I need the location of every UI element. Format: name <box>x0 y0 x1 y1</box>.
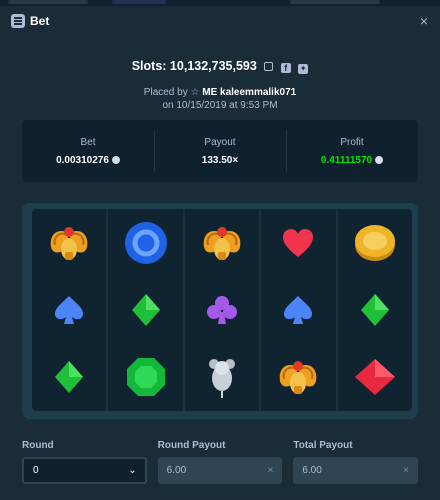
reel-1 <box>32 209 109 411</box>
bet-id-line: Slots: 10,132,735,593 f ✦ <box>0 59 440 74</box>
round-payout-input[interactable]: 6.00 × <box>157 457 283 484</box>
stat-profit: Profit 0.41111570 <box>286 120 418 182</box>
facebook-icon[interactable]: f <box>280 63 291 73</box>
emerald-icon <box>121 352 171 402</box>
placed-by: Placed by ☆ ME kaleemmalik071 on 10/15/2… <box>0 86 440 112</box>
reel-3 <box>185 209 262 411</box>
slot-board <box>22 203 418 419</box>
mouse-icon <box>197 352 247 402</box>
payout-label: Payout <box>204 137 236 148</box>
club-icon <box>197 285 247 335</box>
user-badge: ME <box>202 87 218 98</box>
crypto-coin-icon <box>111 156 120 164</box>
reel-2 <box>108 209 185 411</box>
reel-4 <box>261 209 338 411</box>
chevron-down-icon: ⌄ <box>128 465 137 476</box>
diamond-icon <box>44 352 94 402</box>
multiplier-x-icon: × <box>267 465 274 476</box>
round-field: Round 0 ⌄ <box>22 440 147 484</box>
username-link[interactable]: kaleemmalik071 <box>220 87 296 98</box>
round-payout-value: 6.00 <box>166 465 187 476</box>
round-select[interactable]: 0 ⌄ <box>22 457 147 484</box>
bet-slip-icon <box>11 14 25 28</box>
round-payout-label: Round Payout <box>157 440 226 451</box>
blurred-text <box>290 0 380 4</box>
total-payout-label: Total Payout <box>293 440 353 451</box>
stat-payout: Payout 133.50× <box>154 120 286 182</box>
modal-title: Bet <box>30 14 50 28</box>
heart-icon <box>273 218 323 268</box>
copy-icon[interactable] <box>264 62 274 71</box>
bet-label: Bet <box>80 137 96 148</box>
blurred-text <box>8 0 88 4</box>
twitter-icon[interactable]: ✦ <box>298 64 309 74</box>
round-controls: Round 0 ⌄ Round Payout 6.00 × Total Payo… <box>22 440 419 484</box>
scarab-icon <box>273 352 323 402</box>
bet-stats: Bet 0.00310276 Payout 133.50× Profit 0.4… <box>22 120 418 182</box>
total-payout-field: Total Payout 6.00 × <box>293 440 419 484</box>
round-label: Round <box>22 440 54 451</box>
spade-icon <box>44 285 94 335</box>
stat-bet: Bet 0.00310276 <box>22 120 154 182</box>
total-payout-value: 6.00 <box>302 465 322 476</box>
coin-icon <box>350 218 400 268</box>
blue-ring-icon <box>121 218 171 268</box>
modal-header: Bet × <box>0 6 440 36</box>
scarab-icon <box>197 218 247 268</box>
bet-date: on 10/15/2019 at 9:53 PM <box>162 100 278 111</box>
round-payout-field: Round Payout 6.00 × <box>157 440 283 484</box>
crypto-coin-icon <box>375 156 384 164</box>
multiplier-x-icon: × <box>403 465 410 476</box>
total-payout-input[interactable]: 6.00 × <box>293 457 419 484</box>
round-value: 0 <box>33 465 39 476</box>
slot-reels <box>32 209 412 411</box>
blurred-tab <box>112 0 166 4</box>
vip-star-icon: ☆ <box>190 87 200 98</box>
diamond-icon <box>121 285 171 335</box>
game-bet-id: Slots: 10,132,735,593 <box>131 59 257 73</box>
red-gem-icon <box>350 352 400 402</box>
diamond-icon <box>350 285 400 335</box>
profit-label: Profit <box>340 137 364 148</box>
spade-icon <box>273 285 323 335</box>
payout-multiplier: 133.50× <box>201 155 239 166</box>
placed-by-label: Placed by <box>143 87 188 98</box>
profit-amount: 0.41111570 <box>286 155 418 166</box>
close-icon[interactable]: × <box>420 13 428 29</box>
bet-amount: 0.00310276 <box>22 155 154 166</box>
reel-5 <box>338 209 412 411</box>
scarab-icon <box>44 218 94 268</box>
